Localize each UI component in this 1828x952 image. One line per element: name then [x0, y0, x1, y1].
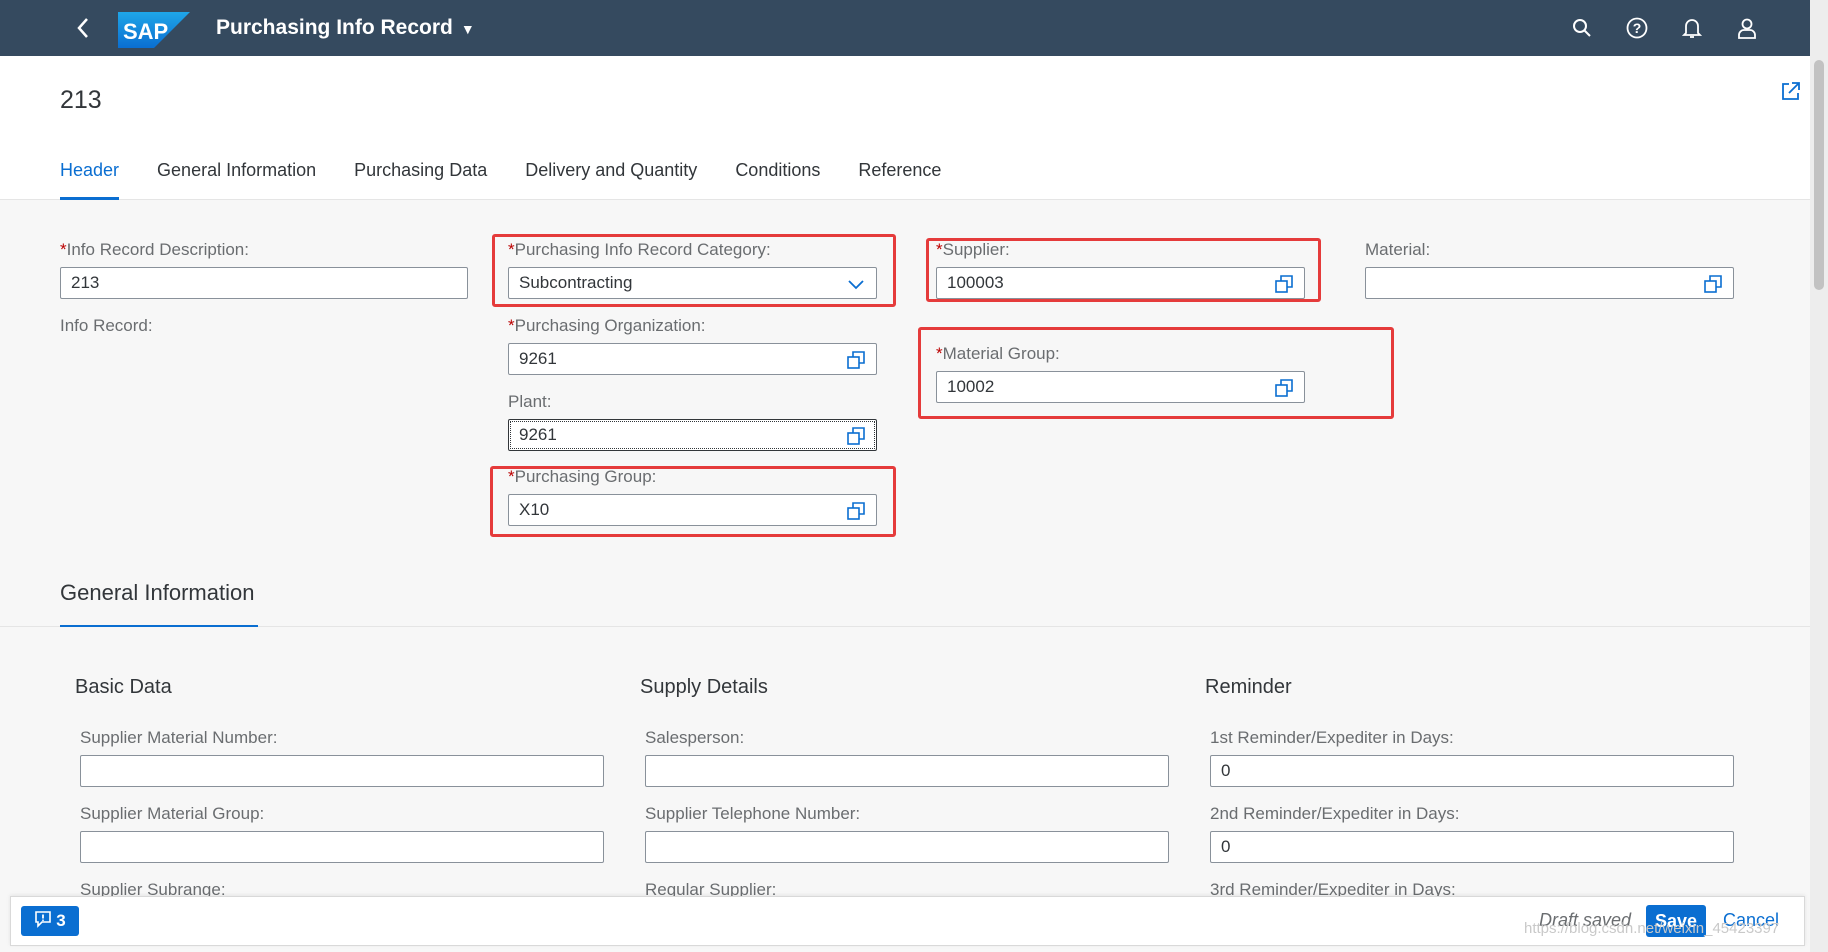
subsection-title-basic-data: Basic Data [75, 676, 172, 698]
second-reminder-field[interactable]: 0 [1210, 831, 1734, 863]
category-label: *Purchasing Info Record Category: [508, 240, 771, 259]
subsection-title-reminder: Reminder [1205, 676, 1292, 698]
app-title: Purchasing Info Record [216, 16, 453, 39]
plant-field[interactable]: 9261 [508, 419, 877, 451]
sap-logo[interactable]: SAP [118, 12, 190, 48]
svg-text:SAP: SAP [123, 19, 168, 44]
value-help-icon[interactable] [1703, 274, 1723, 294]
first-reminder-label: 1st Reminder/Expediter in Days: [1210, 728, 1454, 747]
tab-bar: Header General Information Purchasing Da… [44, 152, 963, 200]
tab-conditions[interactable]: Conditions [719, 152, 836, 200]
object-page-header: 213 Header General Information Purchasin… [0, 56, 1810, 200]
purch-org-field[interactable]: 9261 [508, 343, 877, 375]
caret-down-icon: ▼ [460, 21, 475, 37]
chevron-down-icon [846, 274, 866, 294]
share-icon[interactable] [1780, 80, 1804, 104]
tab-purchasing-data[interactable]: Purchasing Data [338, 152, 503, 200]
material-group-label: *Material Group: [936, 344, 1060, 363]
message-count: 3 [56, 911, 66, 930]
user-icon[interactable] [1733, 14, 1761, 42]
value-help-icon[interactable] [1274, 378, 1294, 398]
search-icon[interactable] [1568, 14, 1596, 42]
value-help-icon[interactable] [1274, 274, 1294, 294]
messages-button[interactable]: 3 [21, 906, 79, 936]
supplier-material-number-label: Supplier Material Number: [80, 728, 278, 747]
info-record-description-field[interactable]: 213 [60, 267, 468, 299]
tab-delivery-and-quantity[interactable]: Delivery and Quantity [509, 152, 713, 200]
supplier-telephone-field[interactable] [645, 831, 1169, 863]
info-record-label: Info Record: [60, 316, 153, 335]
material-field[interactable] [1365, 267, 1734, 299]
supplier-label: *Supplier: [936, 240, 1010, 259]
page-scrollbar[interactable] [1810, 0, 1828, 952]
purch-group-field[interactable]: X10 [508, 494, 877, 526]
back-icon[interactable] [70, 14, 96, 42]
section-title-underline [60, 625, 258, 627]
material-label: Material: [1365, 240, 1431, 259]
shell-bar: SAP Purchasing Info Record ▼ ? [0, 0, 1810, 56]
app-title-menu[interactable]: Purchasing Info Record ▼ [216, 16, 475, 40]
subsection-title-supply-details: Supply Details [640, 676, 768, 698]
plant-label: Plant: [508, 392, 552, 411]
purch-group-label: *Purchasing Group: [508, 467, 657, 486]
section-title-general-information: General Information [60, 580, 255, 605]
message-popover-icon [34, 910, 52, 933]
bell-icon[interactable] [1678, 14, 1706, 42]
object-title: 213 [60, 86, 102, 114]
supplier-material-group-label: Supplier Material Group: [80, 804, 265, 823]
first-reminder-field[interactable]: 0 [1210, 755, 1734, 787]
value-help-icon[interactable] [846, 501, 866, 521]
purch-org-label: *Purchasing Organization: [508, 316, 706, 335]
category-select[interactable]: Subcontracting [508, 267, 877, 299]
value-help-icon[interactable] [846, 350, 866, 370]
tab-reference[interactable]: Reference [842, 152, 957, 200]
tab-general-information[interactable]: General Information [141, 152, 332, 200]
help-icon[interactable]: ? [1623, 14, 1651, 42]
supplier-material-group-field[interactable] [80, 831, 604, 863]
scrollbar-thumb[interactable] [1814, 60, 1824, 290]
watermark: https://blog.csdn.net/weixin_45423397 [1524, 920, 1780, 937]
value-help-icon[interactable] [846, 426, 866, 446]
supplier-field[interactable]: 100003 [936, 267, 1305, 299]
supplier-telephone-label: Supplier Telephone Number: [645, 804, 861, 823]
svg-text:?: ? [1633, 20, 1642, 36]
info-record-description-label: *Info Record Description: [60, 240, 249, 259]
material-group-field[interactable]: 10002 [936, 371, 1305, 403]
supplier-material-number-field[interactable] [80, 755, 604, 787]
section-divider [0, 626, 1810, 627]
salesperson-label: Salesperson: [645, 728, 745, 747]
second-reminder-label: 2nd Reminder/Expediter in Days: [1210, 804, 1460, 823]
salesperson-field[interactable] [645, 755, 1169, 787]
tab-header[interactable]: Header [44, 152, 135, 200]
